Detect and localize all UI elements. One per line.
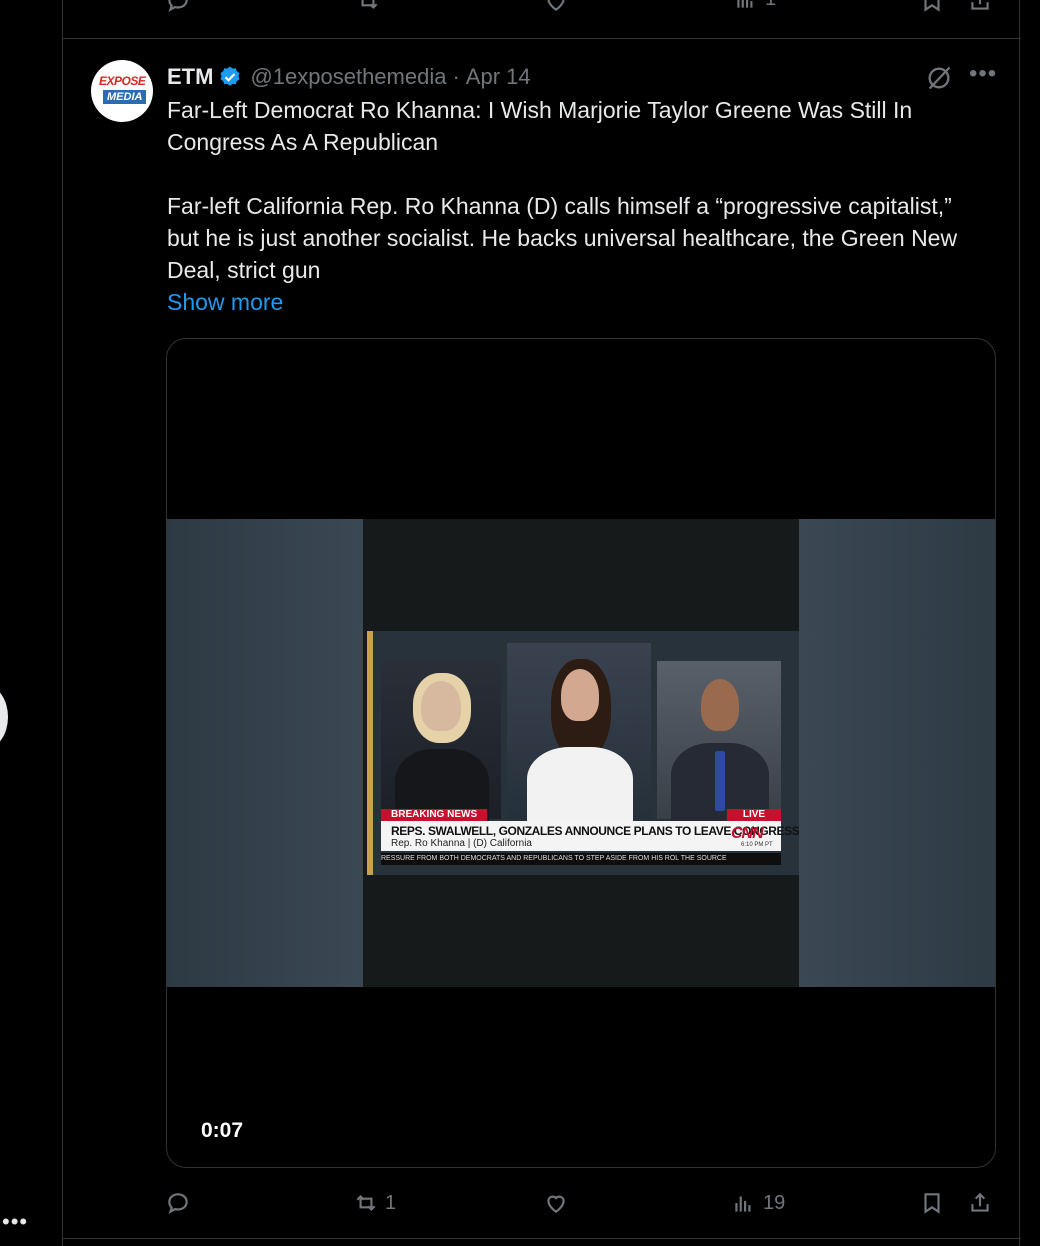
video-duration: 0:07 bbox=[201, 1119, 244, 1142]
cnn-logo: CNN bbox=[731, 825, 764, 842]
tweet-text: Far-Left Democrat Ro Khanna: I Wish Marj… bbox=[167, 94, 987, 318]
author-handle[interactable]: @1exposethemedia bbox=[250, 64, 446, 90]
chyron-subtitle: Rep. Ro Khanna | (D) California bbox=[391, 838, 532, 849]
views-button[interactable]: 1 bbox=[733, 0, 776, 12]
retweet-button[interactable] bbox=[355, 0, 381, 14]
video-frame: BREAKING NEWS LIVE REPS. SWALWELL, GONZA… bbox=[167, 519, 995, 987]
tweet-date[interactable]: Apr 14 bbox=[466, 64, 531, 90]
views-chart-icon bbox=[735, 1196, 751, 1212]
avatar-logo-bottom: MEDIA bbox=[103, 90, 147, 104]
previous-tweet-actions: 1 bbox=[63, 0, 1021, 39]
panel-left bbox=[381, 661, 501, 829]
avatar-logo-top: EXPOSE bbox=[99, 74, 146, 88]
bookmark-button[interactable] bbox=[919, 1190, 945, 1216]
tweet-headline: Far-Left Democrat Ro Khanna: I Wish Marj… bbox=[167, 97, 913, 155]
like-button[interactable] bbox=[543, 0, 569, 14]
video-pillarbox-left bbox=[167, 519, 363, 987]
share-button[interactable] bbox=[967, 0, 993, 14]
verified-badge-icon bbox=[220, 66, 240, 86]
tweet[interactable]: EXPOSE MEDIA ETM @1exposethemedia · Apr … bbox=[63, 38, 1021, 1239]
avatar[interactable]: EXPOSE MEDIA bbox=[91, 60, 153, 122]
panel-right bbox=[657, 661, 781, 823]
compose-button-partial[interactable] bbox=[0, 686, 8, 748]
views-count: 1 bbox=[765, 0, 776, 11]
grok-icon[interactable] bbox=[925, 64, 953, 92]
share-icon bbox=[971, 1192, 989, 1212]
broadcast-screenshot: BREAKING NEWS LIVE REPS. SWALWELL, GONZA… bbox=[367, 631, 799, 875]
like-button[interactable] bbox=[543, 1190, 575, 1216]
tweet-actions: 1 19 bbox=[63, 1186, 1021, 1222]
video-player[interactable]: BREAKING NEWS LIVE REPS. SWALWELL, GONZA… bbox=[166, 338, 996, 1168]
panel-center bbox=[507, 643, 651, 827]
more-options-icon[interactable]: ••• bbox=[969, 60, 997, 88]
bookmark-icon bbox=[924, 1193, 940, 1214]
bookmark-button[interactable] bbox=[919, 0, 945, 14]
reply-icon bbox=[168, 0, 188, 13]
views-chart-icon bbox=[737, 0, 753, 8]
reply-button[interactable] bbox=[165, 0, 191, 14]
more-menu-icon[interactable]: ••• bbox=[2, 1211, 28, 1233]
retweet-icon bbox=[356, 1194, 376, 1212]
heart-icon bbox=[547, 1195, 565, 1213]
retweet-icon bbox=[361, 0, 378, 10]
header-separator: · bbox=[452, 64, 460, 89]
left-nav-rail: ••• bbox=[0, 0, 62, 1246]
bookmark-icon bbox=[924, 0, 940, 12]
share-button[interactable] bbox=[967, 1190, 993, 1216]
breaking-news-tag: BREAKING NEWS bbox=[381, 809, 488, 821]
reply-button[interactable] bbox=[165, 1190, 197, 1216]
news-ticker: RESSURE FROM BOTH DEMOCRATS AND REPUBLIC… bbox=[381, 853, 781, 865]
chyron: REPS. SWALWELL, GONZALES ANNOUNCE PLANS … bbox=[381, 821, 799, 851]
reply-icon bbox=[168, 1193, 188, 1215]
live-tag: LIVE bbox=[727, 809, 781, 821]
video-pillarbox-right bbox=[799, 519, 995, 987]
views-button[interactable]: 19 bbox=[731, 1190, 785, 1216]
show-more-link[interactable]: Show more bbox=[167, 286, 987, 318]
share-icon bbox=[971, 0, 989, 10]
author-name[interactable]: ETM bbox=[167, 64, 213, 90]
retweet-count: 1 bbox=[385, 1191, 397, 1214]
retweet-button[interactable]: 1 bbox=[353, 1190, 396, 1216]
views-count: 19 bbox=[763, 1191, 786, 1214]
tweet-body: Far-left California Rep. Ro Khanna (D) c… bbox=[167, 193, 958, 283]
tweet-header: ETM @1exposethemedia · Apr 14 bbox=[167, 62, 531, 92]
heart-icon bbox=[547, 0, 565, 11]
broadcast-time: 6:10 PM PT bbox=[741, 842, 773, 848]
timeline: 1 EXPOSE MEDIA ETM @1exposethemedia · Ap… bbox=[62, 0, 1021, 1246]
